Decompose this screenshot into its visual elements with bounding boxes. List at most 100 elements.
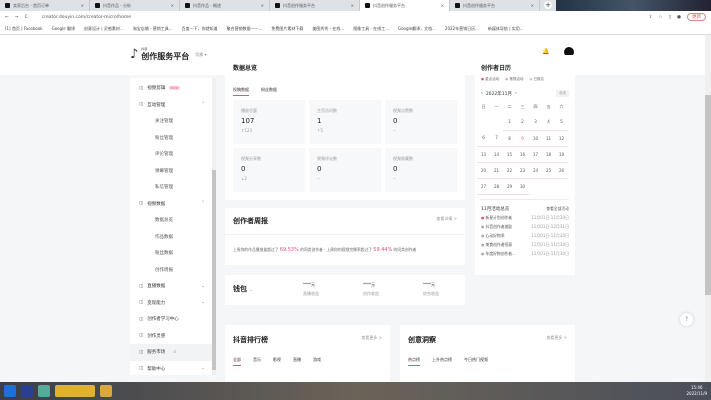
stat-card[interactable]: 视频收藏数 0 -- [385,148,457,192]
insight-more-link[interactable]: 查看更多 > [546,335,567,345]
close-tab-icon[interactable]: × [441,3,444,8]
sidebar-item[interactable]: ◫ 创作者学习中心 [130,311,215,328]
calendar-day[interactable]: 15 [503,146,516,163]
chevron-up-icon[interactable]: ⌃ [201,201,205,206]
weekly-more-link[interactable]: 查看详情 > [436,216,457,226]
sidebar-item[interactable]: 弹幕管理 [130,163,215,180]
star-icon[interactable]: ☆ [659,15,663,20]
calendar-day[interactable]: 11 [542,130,555,147]
share-icon[interactable]: ⇪ [649,15,653,20]
event-item[interactable]: ● 新星计划创作者 11月01日-11月30日 [481,214,569,223]
stat-card[interactable]: 播放总量 107 ↑123 [233,100,305,144]
close-tab-icon[interactable]: × [261,3,264,8]
browser-tab[interactable]: 抖音创作服务平台 × [360,0,450,11]
tab-submissions[interactable]: 投稿数据 [233,87,249,96]
switch-dropdown[interactable]: 切换 ▾ [195,52,206,58]
profile-icon[interactable]: ● [677,15,681,20]
browser-tab[interactable]: 抖音作品 - 分析 × [90,0,180,11]
close-tab-icon[interactable]: × [171,3,174,8]
sidebar-item[interactable]: 粉丝管理 [130,130,215,147]
close-tab-icon[interactable]: × [351,3,354,8]
calendar-day[interactable]: 12 [555,130,568,147]
calendar-day[interactable]: 17 [529,146,542,163]
event-item[interactable]: ● 美食创作者招募 11月01日-11月30日 [481,241,569,250]
rank-tab[interactable]: 直播 [293,357,301,366]
events-more-link[interactable]: 查看全部活动 [546,206,569,212]
bookmark-item[interactable]: 新媒体导航 | 实用... [488,26,524,32]
stat-card[interactable]: 视频评论数 0 -- [309,148,381,192]
bookmark-item[interactable]: 创意设计 | 灵感素材... [84,26,124,32]
rank-tab[interactable]: 影视 [273,357,281,366]
rank-tab[interactable]: 音乐 [253,357,261,366]
calendar-day[interactable]: 3 [529,114,542,131]
close-tab-icon[interactable]: × [81,3,84,8]
sidebar-item[interactable]: 评论管理 [130,146,215,163]
rank-tab[interactable]: 游戏 [313,357,321,366]
clock[interactable]: 15:46 2022/11/9 [686,385,707,397]
calendar-day[interactable]: 27 [477,178,490,195]
sidebar-item[interactable]: ◫ 创作灵感 [130,328,215,345]
chrome-taskbar-item[interactable] [55,385,95,397]
logo[interactable]: ♪ 抖音 创作服务平台 切换 ▾ [130,47,207,62]
bookmark-item[interactable]: 2022年营销日历... [445,26,479,32]
forward-icon[interactable]: → [15,15,19,20]
sidebar-item[interactable]: ◫ 视频剪辑 NEW [130,80,215,97]
calendar-day[interactable]: 22 [503,162,516,179]
calendar-day[interactable]: 13 [477,146,490,163]
bookmark-item[interactable]: 美图秀秀 - 在线... [312,26,344,32]
sidebar-item[interactable]: 粉丝数据 [130,245,215,262]
explorer-icon[interactable] [100,385,112,397]
chevron-down-icon[interactable]: ⌄ [201,284,205,289]
calendar-day[interactable]: 20 [477,162,490,179]
close-tab-icon[interactable]: × [531,3,534,8]
sidebar-item[interactable]: ◫ 直播数据 ⌄ [130,278,215,295]
sidebar-item[interactable]: ◫ 变现能力 ⌄ [130,295,215,312]
insight-tab[interactable]: 上升热点榜 [432,357,452,366]
bookmark-item[interactable]: (1) 首页 | Facebook [5,26,43,32]
bookmark-item[interactable]: 图像工具 - 在线工... [353,26,389,32]
calendar-day[interactable]: 19 [555,146,568,163]
calendar-day[interactable]: 18 [542,146,555,163]
sidebar-item[interactable]: ◫ 帮助中心 ⌄ [130,361,215,376]
help-icon[interactable]: ? [680,313,693,326]
insight-tab[interactable]: 今日热门视频 [464,357,488,366]
insight-tab[interactable]: 热点榜 [408,357,420,366]
bookmark-item[interactable]: Google翻译，文档... [398,26,436,32]
bookmark-item[interactable]: Google 翻译 [52,26,75,32]
sidebar-item[interactable]: ◫ 视频数据 ⌃ [130,196,215,213]
url-input[interactable]: creator.douyin.com/creator-micro/home [42,15,131,20]
sidebar-scrollbar-thumb[interactable] [212,170,216,370]
back-icon[interactable]: ← [5,15,9,20]
calendar-day[interactable]: 4 [542,114,555,131]
event-item[interactable]: ● 心动好物季 11月01日-11月30日 [481,232,569,241]
bookmark-item[interactable]: 淘宝店铺 - 营销工具... [133,26,173,32]
calendar-day[interactable]: 8 [503,130,516,147]
reload-icon[interactable]: C [25,15,28,20]
new-tab-button[interactable]: + [544,1,552,9]
calendar-day[interactable]: 28 [490,178,503,195]
browser-tab[interactable]: 抖音作品 - 概述 × [180,0,270,11]
wallet-title[interactable]: 钱包 ⌄ [233,284,253,294]
rank-tab[interactable]: 全部 [233,357,241,366]
app-icon[interactable] [38,385,50,397]
bookmark-item[interactable]: 百度一下，你就知道 [182,26,218,32]
calendar-day[interactable]: 9 [516,130,529,147]
sidebar-item[interactable]: 关注管理 [130,113,215,130]
event-item[interactable]: ● 抖音创作者激励 11月01日-12月31日 [481,223,569,232]
tab-fans[interactable]: 粉丝数据 [261,87,277,96]
bell-icon[interactable]: 🔔 [542,48,549,55]
calendar-day[interactable]: 21 [490,162,503,179]
calendar-day[interactable]: 24 [529,162,542,179]
page-scrollbar-thumb[interactable] [705,95,711,295]
calendar-day[interactable]: 2 [516,114,529,131]
calendar-day[interactable]: 25 [542,162,555,179]
event-item[interactable]: ● 年度好物创作者... 11月01日-11月30日 [481,250,569,259]
sidebar-item[interactable]: ◫ 互动管理 ⌃ [130,97,215,114]
calendar-day[interactable]: 30 [516,178,529,195]
browser-tab[interactable]: 抖音创作服务平台 × [270,0,360,11]
chevron-up-icon[interactable]: ⌃ [201,102,205,107]
stat-card[interactable]: 视频分享数 0 ↓2 [233,148,305,192]
today-button[interactable]: 今天 [556,90,569,97]
prev-month-icon[interactable]: ‹ [481,91,483,96]
sidebar-icon[interactable]: ▯ [669,15,671,20]
